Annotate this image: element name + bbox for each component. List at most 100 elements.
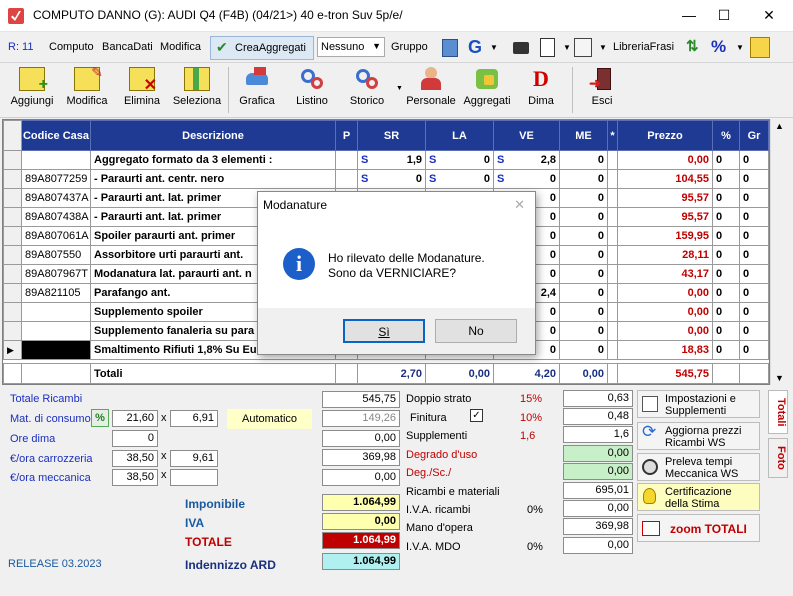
dropdown-arrow-icon-2[interactable]: ▼	[563, 43, 571, 52]
cell-ve[interactable]: S 2,8	[493, 150, 560, 170]
cell-star[interactable]	[607, 302, 618, 322]
cell-gr[interactable]: 0	[739, 207, 769, 227]
header-prezzo[interactable]: Prezzo	[617, 120, 713, 151]
cell-pct[interactable]: 0	[712, 340, 740, 360]
ora-carrozzeria-field-2[interactable]: 9,61	[170, 450, 218, 467]
row-indicator[interactable]: ▶	[3, 340, 22, 360]
cell-pct[interactable]: 0	[712, 321, 740, 341]
aggiorna-prezzi-button[interactable]: ⟳ Aggiorna prezzi Ricambi WS	[637, 422, 760, 450]
row-indicator[interactable]	[3, 264, 22, 284]
cell-gr[interactable]: 0	[739, 169, 769, 189]
finitura-checkbox[interactable]: ✓	[470, 409, 483, 422]
cell-pct[interactable]: 0	[712, 226, 740, 246]
cell-pct[interactable]: 0	[712, 264, 740, 284]
supplementi-field[interactable]: 1,6	[563, 426, 633, 443]
dropdown-arrow-icon-3[interactable]: ▼	[599, 43, 607, 52]
creaaggregati-button[interactable]: ✔ CreaAggregati	[210, 36, 314, 60]
row-indicator[interactable]	[3, 150, 22, 170]
cell-gr[interactable]: 0	[739, 340, 769, 360]
header-pct[interactable]: %	[712, 120, 740, 151]
cell-code[interactable]	[21, 321, 91, 341]
cell-code[interactable]	[21, 340, 91, 360]
storico-button[interactable]: Storico	[340, 65, 394, 115]
cell-me[interactable]: 0	[559, 150, 608, 170]
percent-icon[interactable]: %	[711, 37, 726, 57]
cell-pct[interactable]: 0	[712, 150, 740, 170]
cell-pct[interactable]: 0	[712, 245, 740, 265]
cell-gr[interactable]: 0	[739, 226, 769, 246]
cell-la[interactable]: S0	[425, 169, 494, 189]
calculator-icon[interactable]	[442, 39, 458, 57]
google-g-icon[interactable]: G	[468, 37, 482, 58]
cell-star[interactable]	[607, 283, 618, 303]
elimina-button[interactable]: ✕ Elimina	[115, 65, 169, 115]
cell-price[interactable]: 18,83	[617, 340, 713, 360]
listino-button[interactable]: Listino	[285, 65, 339, 115]
cell-code[interactable]: 89A807438A	[21, 207, 91, 227]
header-p[interactable]: P	[335, 120, 358, 151]
cell-pct[interactable]: 0	[712, 188, 740, 208]
cell-description[interactable]: - Paraurti ant. centr. nero	[90, 169, 336, 189]
maximize-button[interactable]: ☐	[711, 5, 737, 25]
menu-r[interactable]: R: 11	[8, 41, 33, 53]
sort-icon[interactable]: ⇅	[686, 37, 704, 58]
row-indicator[interactable]	[3, 207, 22, 227]
cell-gr[interactable]: 0	[739, 283, 769, 303]
cell-price[interactable]: 95,57	[617, 207, 713, 227]
cell-description[interactable]: Aggregato formato da 3 elementi :	[90, 150, 336, 170]
cell-price[interactable]: 0,00	[617, 150, 713, 170]
close-button[interactable]: ✕	[756, 5, 782, 25]
cell-me[interactable]: 0	[559, 188, 608, 208]
scroll-up-arrow-icon[interactable]: ▲	[775, 121, 784, 131]
nessuno-select[interactable]: Nessuno ▼	[317, 37, 385, 57]
cell-code[interactable]	[21, 150, 91, 170]
cell-star[interactable]	[607, 188, 618, 208]
menu-libreriafrasi[interactable]: LibreriaFrasi	[613, 41, 674, 53]
cell-code[interactable]: 89A807061A	[21, 226, 91, 246]
cell-me[interactable]: 0	[559, 226, 608, 246]
vertical-scrollbar[interactable]: ▲ ▼	[770, 119, 787, 385]
grafica-button[interactable]: Grafica	[230, 65, 284, 115]
deg-sc-field[interactable]: 0,00	[563, 463, 633, 480]
degrado-field[interactable]: 0,00	[563, 445, 633, 462]
cell-star[interactable]	[607, 150, 618, 170]
cell-price[interactable]: 95,57	[617, 188, 713, 208]
ora-meccanica-field-1[interactable]: 38,50	[112, 469, 158, 486]
cell-star[interactable]	[607, 245, 618, 265]
cell-gr[interactable]: 0	[739, 321, 769, 341]
esci-button[interactable]: ➜ Esci	[575, 65, 629, 115]
cell-p[interactable]	[335, 169, 358, 189]
seleziona-button[interactable]: Seleziona	[170, 65, 224, 115]
zoom-totali-button[interactable]: zoom TOTALI	[637, 514, 760, 542]
table-row[interactable]: 89A8077259- Paraurti ant. centr. nero S 0 S…	[3, 169, 769, 189]
finitura-field[interactable]: 0,48	[563, 408, 633, 425]
cell-price[interactable]: 0,00	[617, 302, 713, 322]
ore-dima-field[interactable]: 0	[112, 430, 158, 447]
row-indicator[interactable]	[3, 302, 22, 322]
cell-price[interactable]: 28,11	[617, 245, 713, 265]
cell-star[interactable]	[607, 340, 618, 360]
aggiungi-button[interactable]: + Aggiungi	[5, 65, 59, 115]
dropdown-arrow-icon[interactable]: ▼	[490, 43, 498, 52]
header-star[interactable]: *	[607, 120, 618, 151]
cell-me[interactable]: 0	[559, 169, 608, 189]
table-row[interactable]: Aggregato formato da 3 elementi : S 1,9 S 0 S…	[3, 150, 769, 170]
row-indicator[interactable]	[3, 226, 22, 246]
certificazione-button[interactable]: Certificazione della Stima	[637, 483, 760, 511]
cell-star[interactable]	[607, 169, 618, 189]
mat-consumo-field-1[interactable]: 21,60	[112, 410, 158, 427]
row-indicator[interactable]	[3, 245, 22, 265]
tab-totali[interactable]: Totali	[768, 390, 788, 434]
cell-price[interactable]: 0,00	[617, 283, 713, 303]
notes-icon[interactable]	[750, 37, 770, 58]
cell-me[interactable]: 0	[559, 264, 608, 284]
storico-dropdown-icon[interactable]: ▼	[396, 85, 403, 92]
cell-code[interactable]: 89A807967T	[21, 264, 91, 284]
dialog-close-icon[interactable]: ✕	[514, 197, 525, 213]
row-indicator[interactable]	[3, 321, 22, 341]
ora-meccanica-field-2[interactable]	[170, 469, 218, 486]
cell-gr[interactable]: 0	[739, 150, 769, 170]
tab-foto[interactable]: Foto	[768, 438, 788, 478]
document-icon[interactable]	[540, 38, 555, 57]
aggregati-button[interactable]: Aggregati	[460, 65, 514, 115]
